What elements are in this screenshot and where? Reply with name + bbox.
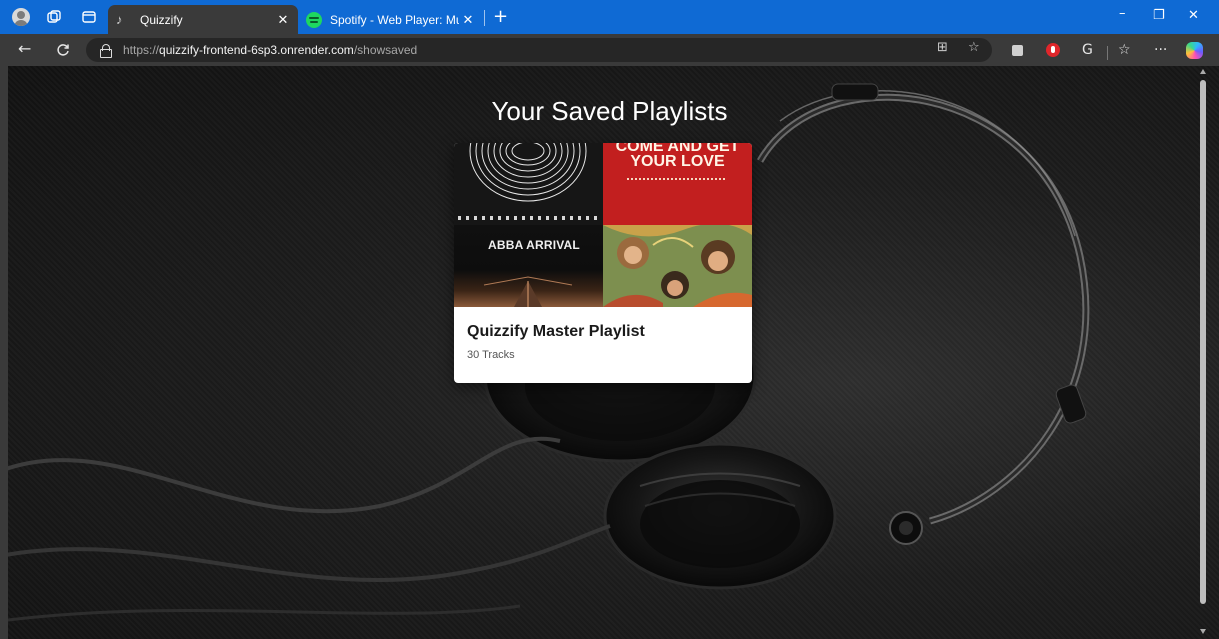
browser-toolbar: ← https://quizzify-frontend-6sp3.onrende… — [0, 34, 1219, 66]
helicopter-art — [483, 276, 573, 307]
copilot-icon[interactable] — [1186, 42, 1203, 59]
album-title-text: COME AND GET YOUR LOVE — [615, 143, 740, 170]
reload-icon[interactable] — [55, 42, 71, 58]
rings-border-dots — [458, 216, 598, 220]
url-host: quizzify-frontend-6sp3.onrender.com — [159, 43, 354, 57]
new-tab-button[interactable]: + — [493, 6, 508, 27]
spotify-icon — [306, 11, 322, 28]
restore-button[interactable]: ❐ — [1153, 8, 1165, 23]
tab-separator — [484, 10, 485, 26]
url-scheme: https:// — [123, 43, 160, 57]
playlist-title[interactable]: Quizzify Master Playlist — [467, 323, 645, 341]
back-button[interactable]: ← — [18, 40, 31, 58]
lock-icon[interactable] — [100, 44, 112, 58]
vertical-tabs-icon[interactable] — [81, 9, 97, 25]
scrollbar-thumb[interactable] — [1200, 80, 1206, 604]
url-path: /showsaved — [353, 43, 418, 57]
playlist-cover-mosaic: COME AND GET YOUR LOVE ABBA ARRIVAL — [454, 143, 752, 307]
page-scrollbar[interactable] — [1197, 66, 1209, 639]
more-menu-icon[interactable]: ··· — [1154, 42, 1167, 58]
extension-stop-icon[interactable] — [1012, 45, 1023, 56]
tab-title: Quizzify — [140, 12, 183, 27]
concentric-rings-art — [469, 143, 587, 202]
close-window-button[interactable]: ✕ — [1188, 8, 1199, 23]
window-border — [0, 66, 8, 639]
tab-close-icon[interactable]: ✕ — [459, 12, 477, 28]
address-bar[interactable]: https://quizzify-frontend-6sp3.onrender.… — [86, 38, 992, 62]
band-faces-art — [603, 225, 752, 307]
extensions-icon[interactable]: G — [1082, 42, 1093, 58]
tab-strip: ♪ Quizzify ✕ Spotify - Web Player: Music… — [0, 0, 1219, 34]
extension-shield-icon[interactable] — [1046, 43, 1060, 57]
playlist-track-count: 30 Tracks — [467, 349, 515, 361]
minimize-button[interactable]: – — [1119, 6, 1126, 21]
scroll-down-arrow-icon[interactable] — [1200, 629, 1206, 634]
tab-close-icon[interactable]: ✕ — [274, 12, 292, 28]
profile-avatar-icon[interactable] — [12, 8, 30, 26]
scroll-up-arrow-icon[interactable] — [1200, 69, 1206, 74]
tab-spotify[interactable]: Spotify - Web Player: Music for ev ✕ — [298, 5, 483, 34]
page-title: Your Saved Playlists — [491, 96, 728, 126]
favorites-icon[interactable]: ☆ — [1118, 42, 1131, 58]
favorite-star-icon[interactable]: ☆ — [968, 40, 980, 55]
tab-quizzify[interactable]: ♪ Quizzify ✕ — [108, 5, 298, 34]
album-cover-abba-arrival: ABBA ARRIVAL — [454, 225, 603, 307]
music-note-icon: ♪ — [116, 11, 123, 27]
toolbar-separator — [1107, 46, 1108, 60]
album-cover-band-illustration — [603, 225, 752, 307]
tab-title: Spotify - Web Player: Music for ev — [330, 12, 459, 27]
playlist-card[interactable]: COME AND GET YOUR LOVE ABBA ARRIVAL Quiz… — [454, 143, 752, 383]
app-available-icon[interactable]: ⊞ — [937, 40, 948, 55]
workspaces-icon[interactable] — [46, 9, 62, 25]
page-viewport: Your Saved Playlists COME AND GET YOUR L… — [0, 66, 1219, 639]
album-dots — [627, 178, 727, 180]
album-cover-come-and-get-your-love: COME AND GET YOUR LOVE — [603, 143, 752, 225]
album-cover-rings — [454, 143, 603, 225]
